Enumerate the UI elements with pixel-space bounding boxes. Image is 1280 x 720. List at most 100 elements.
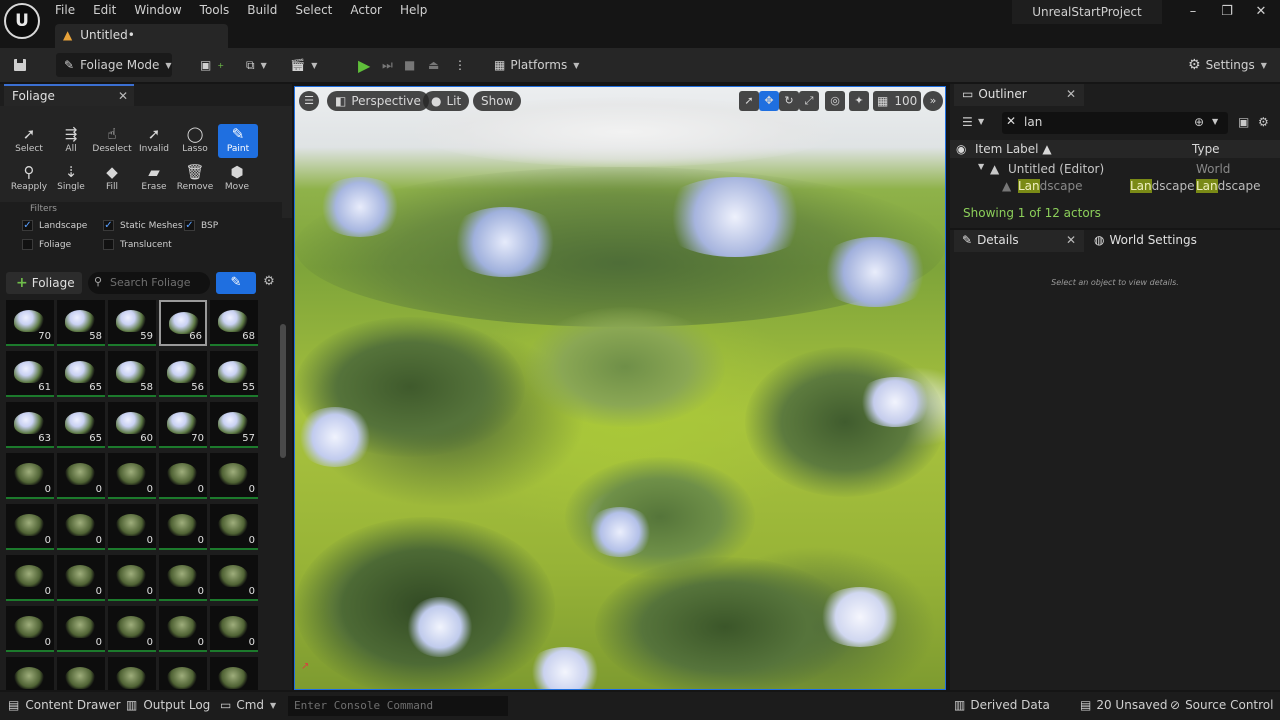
tool-select[interactable]: ➚ Select	[9, 124, 49, 158]
close-icon[interactable]: ✕	[1250, 4, 1272, 22]
rotate-icon[interactable]: ↻	[779, 91, 799, 111]
foliage-type-tile[interactable]: 0	[6, 555, 54, 601]
perspective-button[interactable]: ◧ Perspective	[327, 91, 429, 111]
level-viewport[interactable]: ☰ ◧ Perspective ● Lit Show ➚ ✥ ↻ ⤢ ◎ ✦ ▦ 10…	[294, 86, 946, 690]
foliage-type-tile[interactable]: 68	[210, 300, 258, 346]
add-actor-button[interactable]: ▣ +	[200, 53, 232, 77]
foliage-type-tile[interactable]: 0	[159, 555, 207, 601]
foliage-type-tile[interactable]: 0	[210, 504, 258, 550]
outliner-tab[interactable]: ▭ Outliner ✕	[954, 84, 1084, 106]
foliage-type-tile[interactable]: 56	[159, 351, 207, 397]
tool-all[interactable]: ⇶ All	[51, 124, 91, 158]
content-drawer-button[interactable]: ▤ Content Drawer	[8, 698, 121, 712]
foliage-type-tile[interactable]	[6, 657, 54, 690]
chevron-right-icon[interactable]: »	[923, 91, 943, 111]
grid-scrollbar[interactable]	[280, 324, 286, 458]
foliage-type-tile[interactable]	[57, 657, 105, 690]
filter-foliage[interactable]: Foliage	[22, 239, 71, 250]
foliage-type-tile[interactable]: 0	[57, 453, 105, 499]
grid-snap-button[interactable]: ▦ 100	[873, 91, 922, 111]
select-mode-icon[interactable]: ➚	[739, 91, 759, 111]
filter-landscape[interactable]: ✓ Landscape	[22, 220, 87, 231]
foliage-type-tile[interactable]: 0	[159, 504, 207, 550]
restore-icon[interactable]: ❐	[1216, 4, 1238, 22]
chevron-down-icon[interactable]: ▼	[978, 117, 984, 126]
tool-deselect[interactable]: ☝ Deselect	[92, 124, 132, 158]
foliage-type-tile[interactable]	[159, 657, 207, 690]
tool-fill[interactable]: ◆ Fill	[92, 162, 132, 196]
foliage-type-tile[interactable]: 0	[210, 555, 258, 601]
tool-lasso[interactable]: ◯ Lasso	[175, 124, 215, 158]
unsaved-button[interactable]: ▤ 20 Unsaved	[1080, 698, 1168, 712]
add-filter-icon[interactable]: ⊕	[1194, 115, 1204, 129]
foliage-type-tile[interactable]: 0	[159, 606, 207, 652]
tool-remove[interactable]: 🗑︎ Remove	[175, 162, 215, 196]
surface-snap-icon[interactable]: ✦	[849, 91, 869, 111]
viewport-menu-icon[interactable]: ☰	[299, 91, 319, 111]
outliner-row-landscape[interactable]: ▲ Landscape Landscape Landscape	[950, 178, 1280, 195]
foliage-settings-gear-icon[interactable]: ⚙	[260, 274, 278, 292]
foliage-type-tile[interactable]: 0	[108, 453, 156, 499]
filter-bsp[interactable]: ✓ BSP	[184, 220, 218, 231]
details-tab[interactable]: ✎ Details ✕	[954, 230, 1084, 252]
platforms-button[interactable]: ▦ Platforms ▼	[494, 53, 584, 77]
foliage-type-tile[interactable]: 58	[108, 351, 156, 397]
menu-edit[interactable]: Edit	[84, 0, 125, 22]
new-folder-icon[interactable]: ▣	[1238, 115, 1249, 129]
filter-translucent[interactable]: Translucent	[103, 239, 172, 250]
menu-file[interactable]: File	[46, 0, 84, 22]
edit-foliage-button[interactable]: ✎	[216, 272, 256, 294]
gear-icon[interactable]: ⚙	[1258, 115, 1269, 129]
unreal-logo-icon[interactable]: U	[4, 3, 40, 39]
foliage-type-tile[interactable]: 0	[108, 555, 156, 601]
clear-search-icon[interactable]: ✕	[1006, 114, 1016, 128]
source-control-button[interactable]: ⊘ Source Control	[1170, 698, 1273, 712]
foliage-type-tile[interactable]: 65	[57, 351, 105, 397]
settings-button[interactable]: ⚙ Settings ▼	[1188, 53, 1274, 77]
foliage-type-tile[interactable]: 0	[159, 453, 207, 499]
foliage-type-tile[interactable]: 0	[6, 504, 54, 550]
menu-window[interactable]: Window	[125, 0, 190, 22]
foliage-type-tile[interactable]: 0	[57, 555, 105, 601]
col-item-label[interactable]: Item Label ▲	[975, 142, 1052, 156]
foliage-type-tile[interactable]: 66	[159, 300, 207, 346]
menu-select[interactable]: Select	[286, 0, 341, 22]
world-local-icon[interactable]: ◎	[825, 91, 845, 111]
menu-tools[interactable]: Tools	[191, 0, 239, 22]
foliage-type-tile[interactable]: 70	[6, 300, 54, 346]
outliner-row-world[interactable]: ▼ ▲ Untitled (Editor) World	[950, 161, 1280, 178]
filter-icon[interactable]: ☰	[962, 115, 973, 129]
foliage-type-tile[interactable]: 0	[108, 606, 156, 652]
foliage-type-tile[interactable]: 0	[6, 453, 54, 499]
lit-button[interactable]: ● Lit	[423, 91, 470, 111]
translate-icon[interactable]: ✥	[759, 91, 779, 111]
foliage-type-tile[interactable]: 0	[210, 606, 258, 652]
foliage-type-tile[interactable]: 61	[6, 351, 54, 397]
menu-help[interactable]: Help	[391, 0, 436, 22]
save-icon[interactable]	[12, 53, 32, 77]
search-foliage-input[interactable]: ⚲ Search Foliage	[88, 272, 210, 294]
menu-actor[interactable]: Actor	[341, 0, 391, 22]
eject-icon[interactable]: ⏏	[428, 53, 446, 77]
scale-icon[interactable]: ⤢	[799, 91, 819, 111]
tool-invalid[interactable]: ➚ Invalid	[134, 124, 174, 158]
foliage-type-tile[interactable]: 57	[210, 402, 258, 448]
foliage-type-tile[interactable]: 58	[57, 300, 105, 346]
close-icon[interactable]: ✕	[1066, 233, 1076, 247]
foliage-type-tile[interactable]: 59	[108, 300, 156, 346]
foliage-type-tile[interactable]: 0	[108, 504, 156, 550]
foliage-type-tile[interactable]: 65	[57, 402, 105, 448]
foliage-type-tile[interactable]: 0	[57, 504, 105, 550]
foliage-type-tile[interactable]: 55	[210, 351, 258, 397]
tool-move[interactable]: ⬢ Move	[217, 162, 257, 196]
cinematics-button[interactable]: 🎬︎ ▼	[290, 53, 322, 77]
foliage-type-tile[interactable]: 0	[6, 606, 54, 652]
foliage-tab[interactable]: Foliage ✕	[4, 84, 134, 106]
menu-build[interactable]: Build	[238, 0, 286, 22]
cmd-selector[interactable]: ▭ Cmd ▼	[220, 698, 276, 712]
output-log-button[interactable]: ▥ Output Log	[126, 698, 210, 712]
visibility-eye-icon[interactable]: ◉	[956, 142, 966, 156]
play-icon[interactable]: ▶	[358, 53, 378, 77]
foliage-type-tile[interactable]: 70	[159, 402, 207, 448]
foliage-type-tile[interactable]	[210, 657, 258, 690]
